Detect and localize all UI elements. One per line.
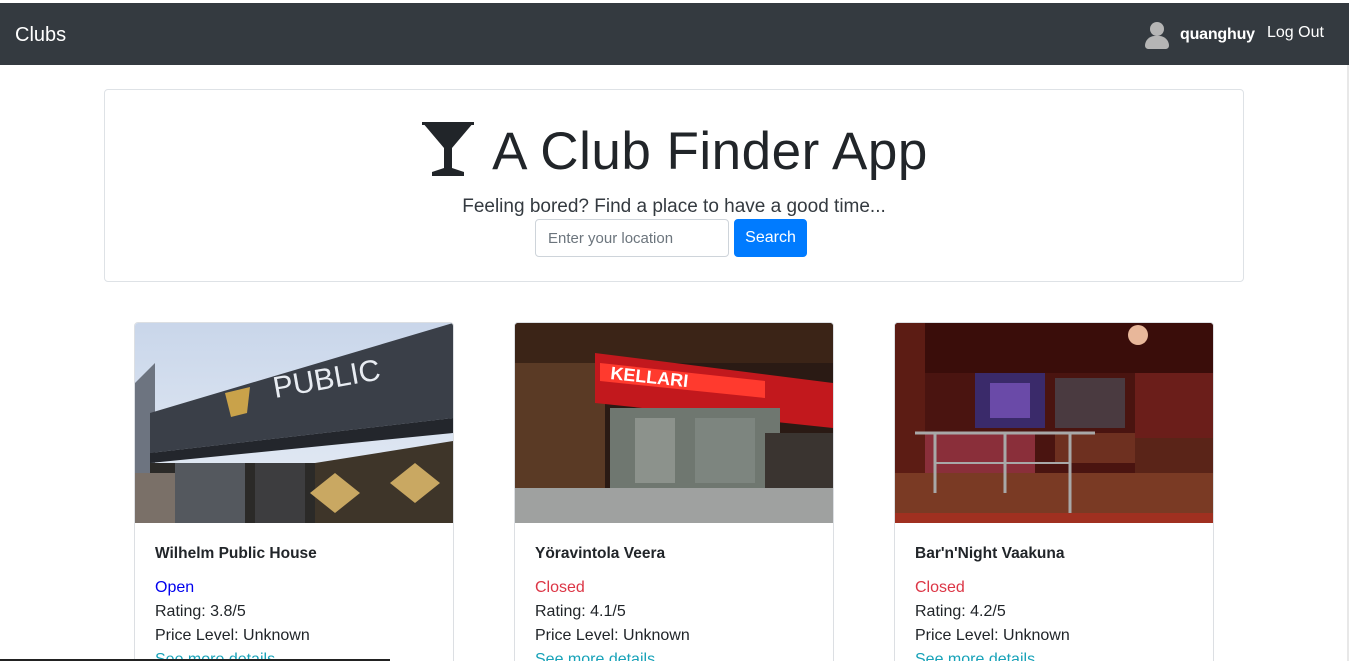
club-rating: Rating: 3.8/5 bbox=[155, 603, 246, 620]
brand-link[interactable]: Clubs bbox=[15, 23, 66, 47]
see-more-details-link[interactable]: See more details bbox=[535, 648, 690, 661]
username-label: quanghuy bbox=[1180, 26, 1255, 43]
club-rating: Rating: 4.2/5 bbox=[915, 603, 1006, 620]
see-more-details-link[interactable]: See more details bbox=[915, 648, 1070, 661]
user-menu[interactable]: quanghuy bbox=[1144, 20, 1255, 50]
navbar: Clubs quanghuy Log Out bbox=[0, 3, 1349, 65]
club-photo: PUBLIC bbox=[135, 323, 453, 523]
club-photo bbox=[895, 323, 1213, 523]
club-price-level: Price Level: Unknown bbox=[915, 627, 1070, 644]
club-card: KELLARI Yöravintola Veera Closed Rating:… bbox=[514, 322, 834, 661]
club-status: Closed bbox=[915, 579, 965, 596]
search-button[interactable]: Search bbox=[734, 219, 807, 257]
hero-subtitle: Feeling bored? Find a place to have a go… bbox=[462, 196, 886, 217]
club-rating: Rating: 4.1/5 bbox=[535, 603, 626, 620]
club-card: Bar'n'Night Vaakuna Closed Rating: 4.2/5… bbox=[894, 322, 1214, 661]
club-name: Bar'n'Night Vaakuna bbox=[915, 545, 1065, 562]
hero-heading: A Club Finder App bbox=[105, 120, 1243, 184]
page-title: A Club Finder App bbox=[492, 122, 928, 181]
hero-jumbotron: A Club Finder App Feeling bored? Find a … bbox=[104, 89, 1244, 282]
club-card: PUBLIC Wilhelm Public House Open Rating:… bbox=[134, 322, 454, 661]
club-name: Wilhelm Public House bbox=[155, 545, 317, 562]
club-name: Yöravintola Veera bbox=[535, 545, 666, 562]
club-price-level: Price Level: Unknown bbox=[155, 627, 310, 644]
club-card-body: Bar'n'Night Vaakuna Closed Rating: 4.2/5… bbox=[915, 543, 1070, 661]
club-card-body: Yöravintola Veera Closed Rating: 4.1/5 P… bbox=[535, 543, 690, 661]
search-form: Search bbox=[535, 219, 807, 257]
user-avatar-icon bbox=[1144, 21, 1170, 49]
club-card-body: Wilhelm Public House Open Rating: 3.8/5 … bbox=[155, 543, 317, 661]
logout-link[interactable]: Log Out bbox=[1267, 23, 1324, 43]
club-status: Closed bbox=[535, 579, 585, 596]
cocktail-glass-icon bbox=[422, 122, 475, 176]
club-status: Open bbox=[155, 579, 195, 596]
location-search-input[interactable] bbox=[535, 219, 729, 257]
club-price-level: Price Level: Unknown bbox=[535, 627, 690, 644]
club-photo: KELLARI bbox=[515, 323, 833, 523]
